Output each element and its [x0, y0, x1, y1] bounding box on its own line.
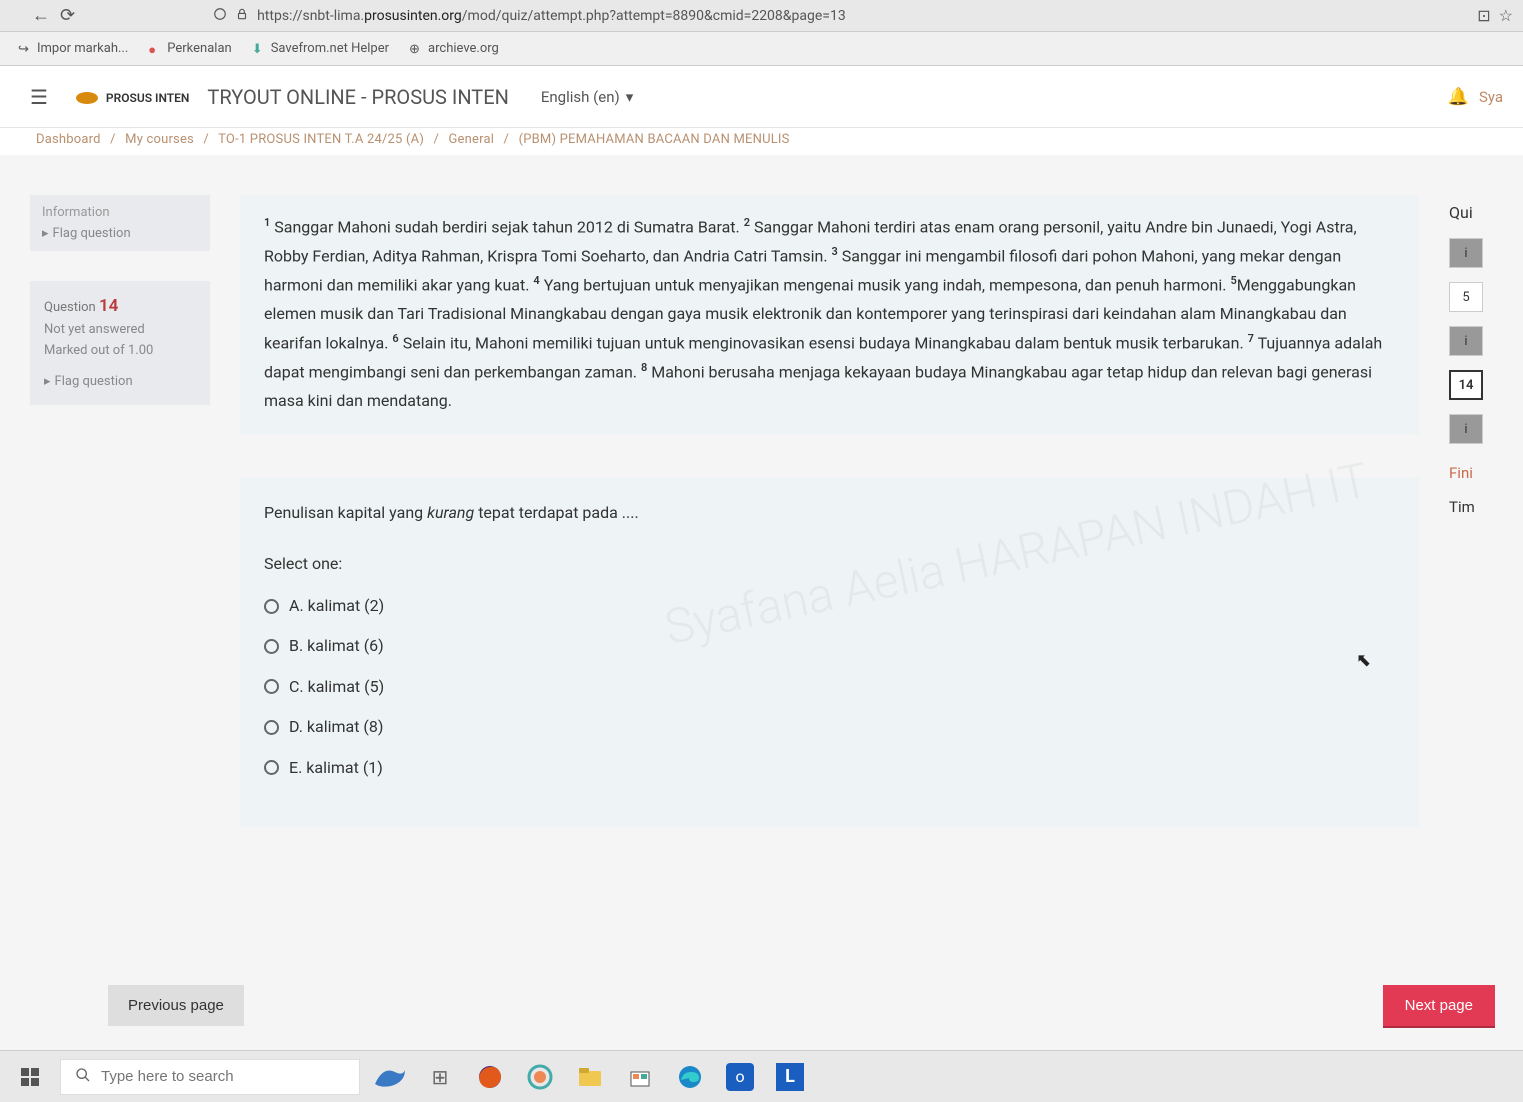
- taskbar-store-icon[interactable]: [620, 1059, 660, 1095]
- next-page-button[interactable]: Next page: [1383, 985, 1495, 1026]
- quiz-nav-head: Qui: [1449, 203, 1503, 222]
- language-toggle[interactable]: English (en) ▾: [541, 88, 633, 106]
- bookmark-archive[interactable]: ⊕ archieve.org: [409, 41, 499, 56]
- site-header: ☰ PROSUS INTEN TRYOUT ONLINE - PROSUS IN…: [0, 66, 1523, 128]
- taskbar-app-l-icon[interactable]: L: [770, 1059, 810, 1095]
- site-title: TRYOUT ONLINE - PROSUS INTEN: [207, 85, 508, 109]
- qnav-i-1[interactable]: i: [1449, 238, 1483, 268]
- browser-right-icons: ⊡ ☆: [1477, 6, 1513, 25]
- flag-question-link[interactable]: ▸ Flag question: [42, 226, 198, 241]
- user-name[interactable]: Sya: [1479, 88, 1503, 106]
- option-e[interactable]: E. kalimat (1): [264, 753, 1395, 783]
- url-text: https://snbt-lima.prosusinten.org/mod/qu…: [257, 8, 846, 24]
- bookmark-savefrom[interactable]: ⬇ Savefrom.net Helper: [252, 41, 389, 56]
- option-a[interactable]: A. kalimat (2): [264, 591, 1395, 621]
- pocket-icon[interactable]: ⊡: [1477, 6, 1490, 25]
- option-b[interactable]: B. kalimat (6): [264, 631, 1395, 661]
- taskbar-explorer-icon[interactable]: [570, 1059, 610, 1095]
- back-arrow-icon[interactable]: ←: [32, 5, 50, 26]
- flag-question-link-2[interactable]: ▸ Flag question: [44, 372, 196, 393]
- breadcrumb: Dashboard / My courses / TO-1 PROSUS INT…: [0, 128, 1523, 155]
- option-label: B. kalimat (6): [289, 631, 384, 661]
- option-label: E. kalimat (1): [289, 753, 383, 783]
- previous-page-button[interactable]: Previous page: [108, 985, 244, 1026]
- download-icon: ⬇: [252, 42, 266, 56]
- taskbar-copilot-icon[interactable]: [520, 1059, 560, 1095]
- main-column: 1 Sanggar Mahoni sudah berdiri sejak tah…: [240, 195, 1419, 827]
- reload-icon[interactable]: ⟳: [60, 5, 75, 26]
- search-icon: [75, 1067, 91, 1087]
- taskbar-app-dolphin-icon[interactable]: [370, 1059, 410, 1095]
- left-column: Information ▸ Flag question Question 14 …: [30, 195, 210, 827]
- taskbar-taskview-icon[interactable]: ⊞: [420, 1059, 460, 1095]
- header-right: 🔔 Sya: [1448, 87, 1503, 107]
- qnav-5[interactable]: 5: [1449, 282, 1483, 312]
- qnav-i-2[interactable]: i: [1449, 326, 1483, 356]
- taskbar-firefox-icon[interactable]: [470, 1059, 510, 1095]
- content-wrap: Information ▸ Flag question Question 14 …: [0, 155, 1523, 857]
- import-icon: ↪: [18, 42, 32, 56]
- bc-course[interactable]: TO-1 PROSUS INTEN T.A 24/25 (A): [218, 132, 424, 147]
- site-logo: PROSUS INTEN: [76, 87, 189, 106]
- taskbar-search[interactable]: [60, 1059, 360, 1095]
- quiz-nav-column: Qui i 5 i 14 i Fini Tim: [1449, 195, 1503, 827]
- hamburger-icon[interactable]: ☰: [20, 79, 58, 115]
- browser-nav-bar: ← ⟳ https://snbt-lima.prosusinten.org/mo…: [0, 0, 1523, 32]
- windows-start-icon[interactable]: [10, 1059, 50, 1095]
- bc-general[interactable]: General: [449, 132, 495, 147]
- shield-icon: [213, 6, 227, 25]
- radio-icon[interactable]: [264, 599, 279, 614]
- bell-icon[interactable]: 🔔: [1448, 87, 1469, 107]
- option-label: D. kalimat (8): [289, 712, 383, 742]
- bc-quiz[interactable]: (PBM) PEMAHAMAN BACAAN DAN MENULIS: [519, 132, 790, 147]
- nav-arrows: ← ⟳: [32, 5, 75, 26]
- qnav-i-3[interactable]: i: [1449, 414, 1483, 444]
- select-one-label: Select one:: [264, 549, 1395, 579]
- bookmarks-bar: ↪ Impor markah... ● Perkenalan ⬇ Savefro…: [0, 32, 1523, 66]
- option-d[interactable]: D. kalimat (8): [264, 712, 1395, 742]
- flag-icon: ▸: [42, 226, 49, 241]
- taskbar-outlook-icon[interactable]: o: [720, 1059, 760, 1095]
- page-navigation: Previous page Next page: [108, 985, 1495, 1026]
- question-label: Question: [44, 300, 96, 315]
- question-marked: Marked out of 1.00: [44, 341, 196, 362]
- radio-icon[interactable]: [264, 679, 279, 694]
- radio-icon[interactable]: [264, 720, 279, 735]
- bc-dashboard[interactable]: Dashboard: [36, 132, 101, 147]
- question-meta: Question 14 Not yet answered Marked out …: [30, 281, 210, 405]
- lock-icon: [235, 6, 249, 25]
- option-c[interactable]: C. kalimat (5): [264, 672, 1395, 702]
- reading-passage: 1 Sanggar Mahoni sudah berdiri sejak tah…: [240, 195, 1419, 434]
- taskbar-edge-icon[interactable]: [670, 1059, 710, 1095]
- info-box: Information ▸ Flag question: [30, 195, 210, 251]
- taskbar-search-input[interactable]: [101, 1068, 345, 1085]
- question-number: 14: [99, 296, 118, 316]
- url-bar[interactable]: https://snbt-lima.prosusinten.org/mod/qu…: [213, 6, 1459, 25]
- fire-icon: ●: [148, 42, 162, 56]
- logo-oval-icon: [76, 92, 98, 104]
- qnav-14[interactable]: 14: [1449, 370, 1483, 400]
- star-icon[interactable]: ☆: [1499, 6, 1513, 25]
- time-label: Tim: [1449, 498, 1503, 516]
- bookmark-perkenalan[interactable]: ● Perkenalan: [148, 41, 231, 56]
- globe-icon: ⊕: [409, 42, 423, 56]
- option-label: A. kalimat (2): [289, 591, 384, 621]
- info-title: Information: [42, 205, 198, 220]
- radio-icon[interactable]: [264, 760, 279, 775]
- radio-icon[interactable]: [264, 639, 279, 654]
- question-body: Syafana Aelia HARAPAN INDAH IT Penulisan…: [240, 478, 1419, 827]
- chevron-down-icon: ▾: [626, 88, 634, 106]
- finish-attempt-link[interactable]: Fini: [1449, 464, 1503, 482]
- flag-icon: ▸: [44, 372, 51, 393]
- taskbar: ⊞ o L: [0, 1050, 1523, 1102]
- option-label: C. kalimat (5): [289, 672, 384, 702]
- question-prompt: Penulisan kapital yang kurang tepat terd…: [264, 498, 1395, 528]
- bc-mycourses[interactable]: My courses: [125, 132, 194, 147]
- question-status: Not yet answered: [44, 320, 196, 341]
- bookmark-impor[interactable]: ↪ Impor markah...: [18, 41, 128, 56]
